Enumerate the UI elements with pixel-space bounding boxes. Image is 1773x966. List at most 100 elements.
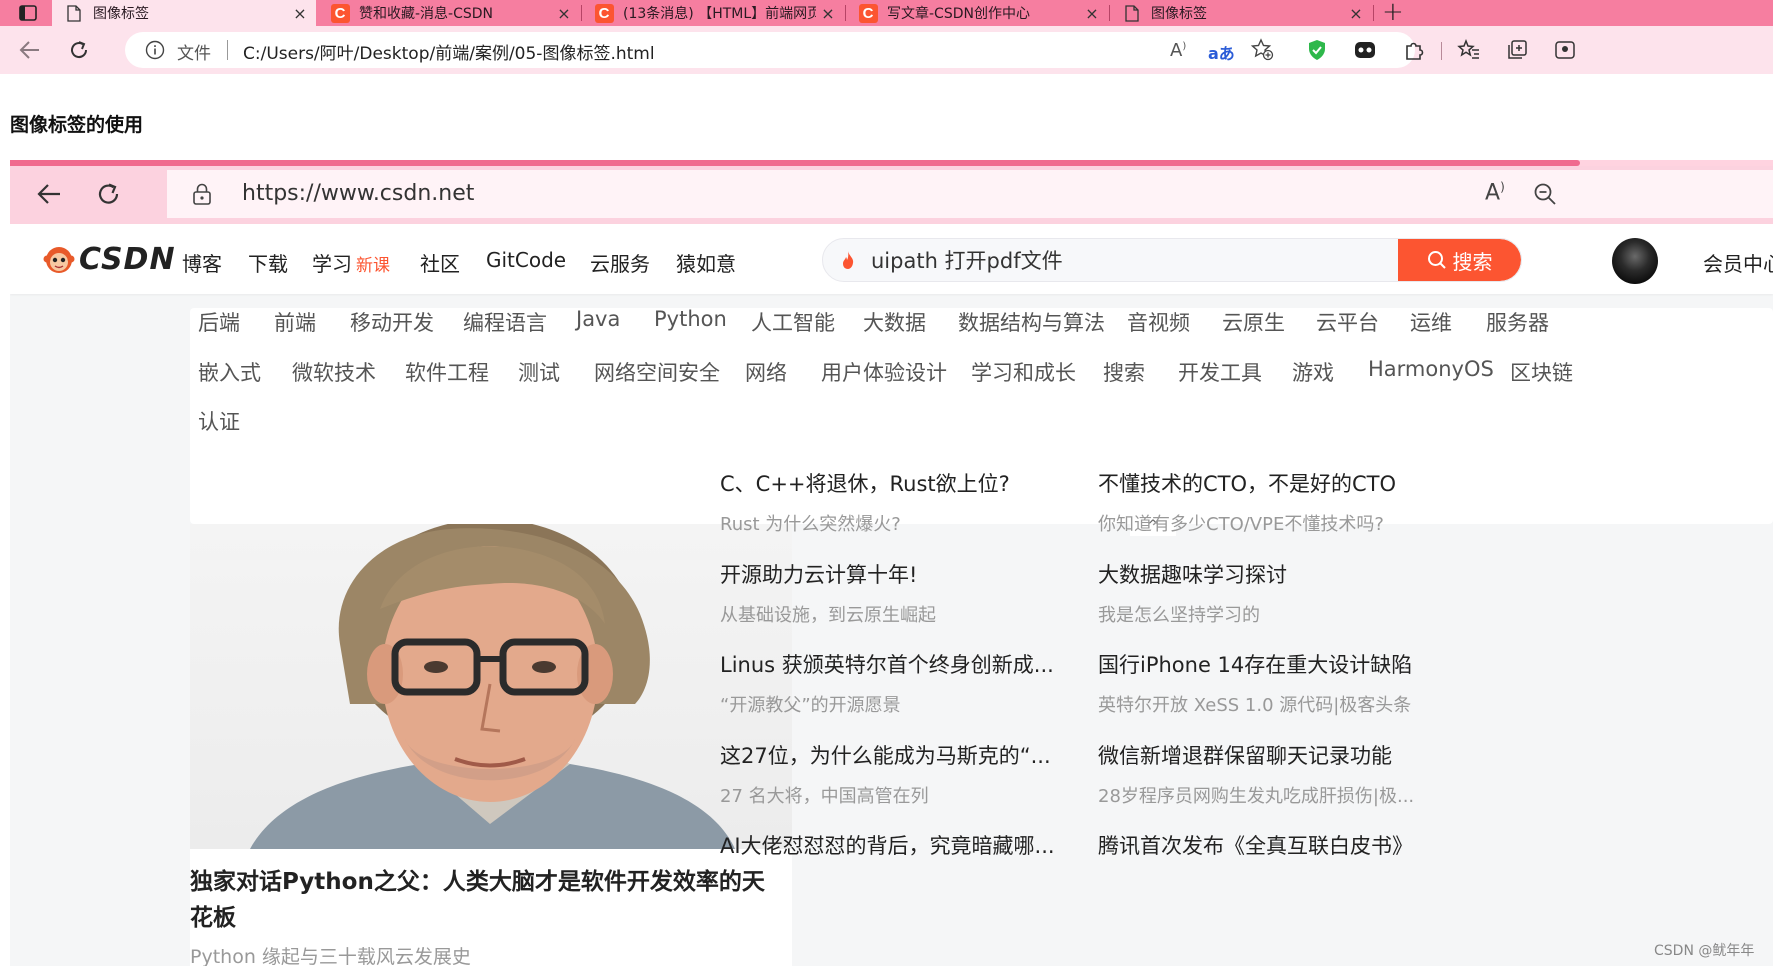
page-icon [64,3,84,23]
embedded-refresh-icon [96,181,122,211]
embedded-image: https://www.csdn.net A) CSDN 博客 下载 学习 新课 … [10,160,1773,966]
address-url[interactable]: C:/Users/阿叶/Desktop/前端/案例/05-图像标签.html [243,39,655,64]
category-item: 前端 [274,311,316,335]
nav-yuanruyi: 猿如意 [676,252,736,276]
close-icon[interactable]: × [1080,4,1104,23]
info-icon[interactable] [145,40,165,64]
category-item: Java [576,307,621,331]
embedded-browser-toolbar: https://www.csdn.net A) [10,166,1773,224]
csdn-icon: C [594,3,614,23]
close-icon[interactable]: × [816,4,840,23]
toolbar-divider [1441,42,1442,60]
news-subtitle: 英特尔开放 XeSS 1.0 源代码|极客头条 [1098,695,1412,716]
news-item: 大数据趣味学习探讨 我是怎么坚持学习的 [1098,559,1458,627]
category-item: 搜索 [1103,361,1145,385]
news-subtitle: 我是怎么坚持学习的 [1098,605,1260,626]
read-aloud-icon[interactable]: A) [1170,40,1186,61]
csdn-search-input [823,239,1409,281]
category-item: 认证 [198,410,240,434]
csdn-icon: C [330,3,350,23]
embedded-read-aloud-icon: A) [1485,180,1505,206]
csdn-search-button-label: 搜索 [1452,249,1493,274]
category-item: 编程语言 [463,311,547,335]
address-bar[interactable]: 文件 C:/Users/阿叶/Desktop/前端/案例/05-图像标签.htm… [125,32,1415,68]
hero-subtitle: Python 缘起与三十载风云发展史 [190,946,471,966]
collections-icon[interactable] [1503,36,1531,64]
watermark: CSDN @鱿年年 [1654,943,1755,959]
page-heading: 图像标签的使用 [10,114,144,136]
translate-icon[interactable]: aあ [1208,40,1235,64]
news-title: 腾讯首次发布《全真互联白皮书》 [1098,834,1413,858]
new-tab-button[interactable]: + [1382,0,1404,27]
news-subtitle: 28岁程序员网购生发丸吃成肝损伤|极... [1098,786,1415,807]
embedded-address-bar: https://www.csdn.net A) [167,170,1773,218]
hero-photo [190,524,792,849]
favorites-icon[interactable] [1455,36,1483,64]
category-item: 人工智能 [751,311,835,335]
browser-toolbar: 文件 C:/Users/阿叶/Desktop/前端/案例/05-图像标签.htm… [0,26,1773,74]
nav-download: 下载 [248,252,288,276]
extensions-puzzle-icon[interactable] [1400,36,1428,64]
category-item: 开发工具 [1178,361,1262,385]
csdn-search-box: 搜索 [822,238,1522,282]
news-title: 微信新增退群保留聊天记录功能 [1098,744,1392,768]
profile-icon[interactable] [1551,36,1579,64]
csdn-logo: CSDN [43,239,176,279]
tab-csdn-write[interactable]: C 写文章-CSDN创作中心 × [846,0,1108,26]
category-item: 嵌入式 [198,361,261,385]
embedded-back-icon [36,182,62,210]
extension-mask-icon[interactable] [1351,36,1379,64]
close-icon[interactable]: × [288,4,312,23]
tab-separator [1373,5,1374,21]
category-item: 网络空间安全 [594,361,720,385]
category-item: 区块链 [1510,361,1573,385]
news-title: 这27位，为什么能成为马斯克的“... [720,744,1051,768]
tab-image-tag[interactable]: 图像标签 × [1110,0,1372,26]
news-item: C、C++将退休，Rust欲上位? Rust 为什么突然爆火? [720,468,1080,536]
search-icon [1427,251,1446,269]
shield-icon[interactable] [1303,36,1331,64]
news-title: Linus 获颁英特尔首个终身创新成... [720,653,1054,677]
nav-blog: 博客 [182,252,222,276]
browser-tab-bar: 图像标签 × C 赞和收藏-消息-CSDN × C (13条消息) 【HTML】… [0,0,1773,27]
news-title: 不懂技术的CTO，不是好的CTO [1098,472,1397,496]
csdn-mascot-icon [43,247,75,273]
category-item: 用户体验设计 [821,361,947,385]
news-item: 国行iPhone 14存在重大设计缺陷 英特尔开放 XeSS 1.0 源代码|极客… [1098,649,1458,717]
close-icon[interactable]: × [552,4,576,23]
embedded-zoom-icon [1533,182,1557,210]
category-item: HarmonyOS [1368,357,1494,381]
tab-csdn-html-article[interactable]: C (13条消息) 【HTML】前端网页开 × [582,0,844,26]
tab-title: (13条消息) 【HTML】前端网页开 [623,6,816,22]
tab-title: 写文章-CSDN创作中心 [887,6,1030,22]
csdn-search-button: 搜索 [1398,239,1521,281]
refresh-icon[interactable] [65,36,93,64]
embedded-address-url: https://www.csdn.net [242,181,475,206]
category-item: 微软技术 [292,361,376,385]
news-subtitle: 从基础设施，到云原生崛起 [720,605,936,626]
add-favorite-icon[interactable] [1250,37,1274,65]
close-icon[interactable]: × [1344,4,1368,23]
tab-image-tag-active[interactable]: 图像标签 × [52,0,316,26]
news-title: C、C++将退休，Rust欲上位? [720,472,1010,496]
news-subtitle: Rust 为什么突然爆火? [720,514,901,535]
nav-vip-center: 会员中心 [1703,252,1773,276]
tab-title: 图像标签 [93,6,149,22]
category-item: 数据结构与算法 [958,311,1105,335]
category-item: 游戏 [1292,361,1334,385]
news-item: 不懂技术的CTO，不是好的CTO 你知道有多少CTO/VPE不懂技术吗? [1098,468,1458,536]
tab-csdn-messages[interactable]: C 赞和收藏-消息-CSDN × [318,0,580,26]
nav-new-badge: 新课 [356,256,390,276]
news-item: 开源助力云计算十年! 从基础设施，到云原生崛起 [720,559,1080,627]
news-title: 开源助力云计算十年! [720,563,918,587]
avatar [1612,238,1658,284]
category-item: 测试 [518,361,560,385]
news-subtitle: 你知道有多少CTO/VPE不懂技术吗? [1098,514,1384,535]
tab-actions-icon[interactable] [14,0,42,26]
tab-title: 图像标签 [1151,6,1207,22]
category-item: 云原生 [1222,311,1285,335]
category-item: Python [654,307,727,331]
news-subtitle: 27 名大将，中国高管在列 [720,786,929,807]
hero-card: 独家对话Python之父：人类大脑才是软件开发效率的天花板 Python 缘起与… [190,524,792,966]
back-icon[interactable] [16,36,44,64]
